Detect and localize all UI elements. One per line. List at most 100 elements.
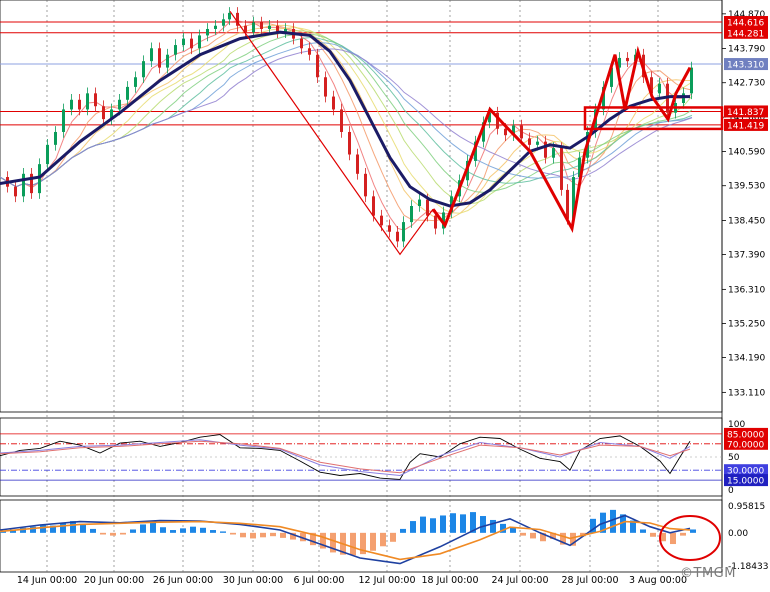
candle-body bbox=[214, 25, 217, 29]
candle-body bbox=[228, 12, 231, 20]
candle-body bbox=[658, 83, 661, 94]
macd-bar bbox=[460, 514, 466, 533]
macd-bar bbox=[200, 527, 206, 533]
candle-body bbox=[174, 45, 177, 55]
x-tick-label: 3 Aug 00:00 bbox=[629, 575, 687, 586]
candle-body bbox=[356, 154, 359, 174]
y-tick-label: 138.450 bbox=[728, 216, 765, 226]
candle-body bbox=[544, 141, 547, 158]
rsi-level-label: 70.0000 bbox=[727, 440, 764, 450]
candle-body bbox=[332, 96, 335, 110]
candle-body bbox=[316, 54, 319, 78]
x-tick-label: 14 Jun 00:00 bbox=[17, 575, 77, 586]
macd-bar bbox=[650, 532, 656, 537]
candle-body bbox=[348, 131, 351, 155]
candle-body bbox=[396, 231, 399, 242]
x-tick-label: 24 Jul 00:00 bbox=[492, 575, 549, 586]
candle-body bbox=[62, 109, 65, 132]
y-tick-label: 135.250 bbox=[728, 319, 765, 329]
macd-bar bbox=[240, 532, 246, 538]
candle-body bbox=[222, 19, 225, 26]
price-chart: 14 Jun 00:00 20 Jun 00:00 26 Jun 00:00 30 J… bbox=[0, 0, 770, 588]
candle-body bbox=[560, 148, 563, 190]
x-tick-label: 12 Jul 00:00 bbox=[359, 575, 416, 586]
macd-bar bbox=[510, 527, 516, 533]
macd-bar bbox=[230, 532, 236, 535]
x-tick-label: 30 Jun 00:00 bbox=[223, 575, 283, 586]
y-tick-label: 137.390 bbox=[728, 251, 765, 261]
macd-bar bbox=[120, 532, 126, 535]
macd-axis-label: 0.95815 bbox=[728, 502, 765, 512]
candle-body bbox=[126, 86, 129, 100]
macd-bar bbox=[350, 532, 356, 556]
candle-body bbox=[198, 35, 201, 49]
macd-bar bbox=[690, 529, 696, 533]
macd-bar bbox=[130, 529, 136, 533]
macd-bar bbox=[260, 532, 266, 538]
macd-bar bbox=[60, 523, 66, 533]
candle-body bbox=[190, 38, 193, 49]
y-tick-label: 134.190 bbox=[728, 354, 765, 364]
candle-body bbox=[418, 199, 421, 206]
candle-body bbox=[54, 131, 57, 145]
y-tick-label: 142.730 bbox=[728, 79, 765, 89]
candle-body bbox=[166, 54, 169, 68]
candle-body bbox=[434, 215, 437, 229]
macd-bar bbox=[220, 531, 226, 533]
candle-body bbox=[134, 77, 137, 87]
candle-body bbox=[206, 28, 209, 36]
x-tick-label: 6 Jul 00:00 bbox=[294, 575, 345, 586]
macd-bar bbox=[430, 518, 436, 533]
macd-bar bbox=[250, 532, 256, 539]
candle-body bbox=[340, 109, 343, 132]
macd-bar bbox=[440, 515, 446, 533]
candle-body bbox=[410, 206, 413, 223]
x-tick-label: 26 Jun 00:00 bbox=[153, 575, 213, 586]
candle-body bbox=[402, 222, 405, 242]
candle-body bbox=[528, 138, 531, 145]
candle-body bbox=[626, 57, 629, 62]
candle-body bbox=[380, 215, 383, 226]
candle-body bbox=[14, 186, 17, 197]
macd-bar bbox=[520, 532, 526, 536]
macd-bar bbox=[150, 522, 156, 533]
macd-bar bbox=[90, 528, 96, 533]
candle-body bbox=[690, 67, 693, 94]
macd-bar bbox=[680, 532, 686, 536]
y-tick-label: 133.110 bbox=[728, 388, 765, 398]
candle-body bbox=[102, 106, 105, 120]
x-tick-label: 20 Jun 00:00 bbox=[84, 575, 144, 586]
x-tick-label: 28 Jul 00:00 bbox=[562, 575, 619, 586]
macd-bar bbox=[390, 532, 396, 542]
macd-bar bbox=[270, 532, 276, 537]
candle-body bbox=[520, 125, 523, 139]
candle-body bbox=[308, 48, 311, 55]
macd-bar bbox=[80, 524, 86, 533]
candle-body bbox=[94, 93, 97, 107]
candle-body bbox=[388, 225, 391, 232]
chart-root: 14 Jun 00:00 20 Jun 00:00 26 Jun 00:00 30 J… bbox=[0, 0, 770, 588]
candle-body bbox=[300, 38, 303, 49]
macd-bar bbox=[410, 521, 416, 533]
price-tag-label: 143.310 bbox=[727, 61, 764, 71]
x-tick-label: 18 Jul 00:00 bbox=[422, 575, 479, 586]
candle-body bbox=[252, 22, 255, 33]
macd-bar bbox=[370, 532, 376, 551]
rsi-axis-label: 50 bbox=[728, 453, 740, 463]
macd-bar bbox=[490, 519, 496, 533]
macd-bar bbox=[420, 516, 426, 533]
candle-body bbox=[182, 38, 185, 46]
macd-bar bbox=[140, 524, 146, 533]
price-tag-label: 141.837 bbox=[727, 108, 764, 118]
macd-bar bbox=[480, 516, 486, 533]
watermark-text: ©TMGM bbox=[680, 566, 736, 581]
y-tick-label: 143.790 bbox=[728, 45, 765, 55]
macd-bar bbox=[380, 532, 386, 547]
candle-body bbox=[566, 189, 569, 219]
candle-body bbox=[46, 144, 49, 165]
candle-body bbox=[260, 22, 263, 29]
macd-bar bbox=[180, 528, 186, 533]
price-tag-label: 141.419 bbox=[727, 121, 764, 131]
candle-body bbox=[70, 99, 73, 110]
candle-body bbox=[86, 93, 89, 110]
